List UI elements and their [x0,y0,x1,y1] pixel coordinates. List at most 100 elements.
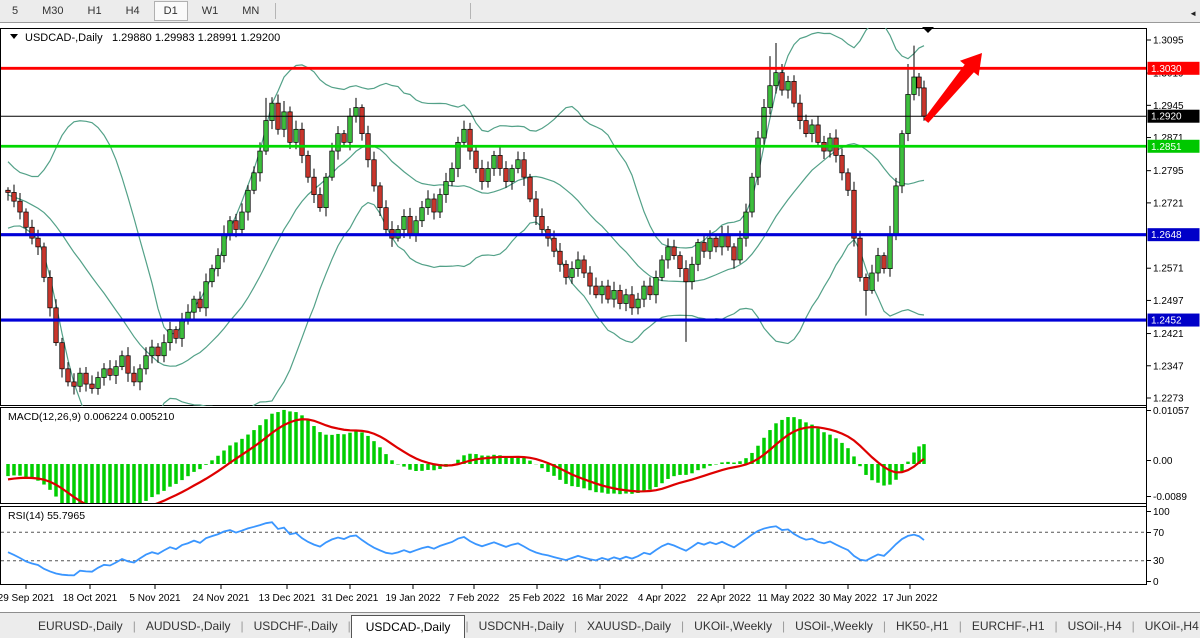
candle [870,273,875,290]
candle [618,290,623,303]
date-axis-label: 7 Feb 2022 [449,593,500,604]
candle [240,212,245,229]
rsi-axis-label: 70 [1153,528,1165,539]
tab-USOil-,Weekly[interactable]: USOil-,Weekly [785,615,883,637]
price-badge-label: 1.3030 [1151,64,1182,75]
candle [84,373,89,384]
candle [138,369,143,382]
price-badge-label: 1.2452 [1151,316,1182,327]
candle [636,299,641,308]
candle [102,369,107,378]
candle [780,73,785,90]
candle [408,216,413,233]
candle [318,195,323,208]
candle [612,290,617,299]
timeframe-button-5[interactable]: 5 [2,1,28,21]
candle [582,260,587,273]
main-price-pane[interactable] [1,29,1147,406]
date-axis-label: 22 Apr 2022 [697,593,751,604]
candle [54,308,59,343]
candle [828,138,833,151]
price-axis-label: 1.2795 [1153,166,1184,177]
chart-area[interactable]: 1.30951.30191.29451.28711.27951.27211.25… [0,23,1200,612]
candle [216,256,221,269]
tab-USDCHF-,Daily[interactable]: USDCHF-,Daily [244,615,348,637]
candle [798,103,803,120]
candle [132,373,137,382]
candle [540,216,545,229]
candle [36,238,41,247]
timeframe-button-W1[interactable]: W1 [192,1,229,21]
tab-EURUSD-,Daily[interactable]: EURUSD-,Daily [28,615,133,637]
tab-USDCNH-,Daily[interactable]: USDCNH-,Daily [469,615,574,637]
price-badge-label: 1.2648 [1151,230,1182,241]
candle [360,108,365,134]
tab-USDCAD-,Daily[interactable]: USDCAD-,Daily [351,615,466,638]
candle [156,347,161,356]
macd-axis-label: 0.01057 [1153,406,1190,417]
rsi-label: RSI(14) 55.7965 [8,510,85,522]
candle [12,192,17,201]
candle [48,277,53,307]
candle [922,88,927,116]
candle [714,238,719,247]
tab-scroll-left-icon[interactable]: ◄ [1189,9,1197,18]
timeframe-button-M30[interactable]: M30 [32,1,73,21]
candle [624,295,629,304]
candle [696,243,701,265]
candle [162,343,167,356]
candle [384,208,389,230]
candle [504,168,509,181]
candle [282,112,287,129]
candle [258,151,263,173]
candle [516,160,521,169]
candle [30,227,35,238]
timeframe-button-H1[interactable]: H1 [78,1,112,21]
tab-EURCHF-,H1[interactable]: EURCHF-,H1 [962,615,1055,637]
candle [342,134,347,143]
candle [534,199,539,216]
candle [42,247,47,277]
candle [486,168,491,181]
price-axis-label: 1.2497 [1153,296,1184,307]
candle [840,155,845,172]
candle [402,216,407,229]
date-axis-label: 30 May 2022 [819,593,877,604]
candle [330,151,335,177]
tab-HK50-,H1[interactable]: HK50-,H1 [886,615,959,637]
tab-AUDUSD-,Daily[interactable]: AUDUSD-,Daily [136,615,241,637]
candle [198,299,203,308]
candle [312,177,317,194]
tab-XAUUSD-,Daily[interactable]: XAUUSD-,Daily [577,615,681,637]
timeframe-button-D1[interactable]: D1 [154,1,188,21]
candle [66,369,71,382]
candle [300,129,305,155]
tab-UKOil-,Weekly[interactable]: UKOil-,Weekly [684,615,782,637]
candle [174,330,179,339]
candle [528,177,533,199]
candle [294,129,299,142]
candle [468,129,473,151]
timeframe-button-MN[interactable]: MN [232,1,269,21]
candle [450,168,455,181]
candle [210,269,215,282]
candle [732,247,737,260]
date-axis-label: 13 Dec 2021 [259,593,316,604]
candle [792,81,797,103]
candle [738,238,743,260]
tab-USOil-,H4[interactable]: USOil-,H4 [1058,615,1132,637]
candle [564,264,569,277]
candle [906,94,911,133]
candle [756,138,761,177]
candle [306,155,311,177]
timeframe-button-H4[interactable]: H4 [116,1,150,21]
candle [114,367,119,376]
tab-UKOil-,H4[interactable]: UKOil-,H4 [1135,615,1200,637]
candle [234,221,239,230]
candle [414,221,419,234]
rsi-pane[interactable] [1,507,1147,585]
date-axis-label: 19 Jan 2022 [385,593,440,604]
candle [426,199,431,208]
macd-axis-label: 0.00 [1153,456,1173,467]
date-axis-label: 29 Sep 2021 [0,593,55,604]
